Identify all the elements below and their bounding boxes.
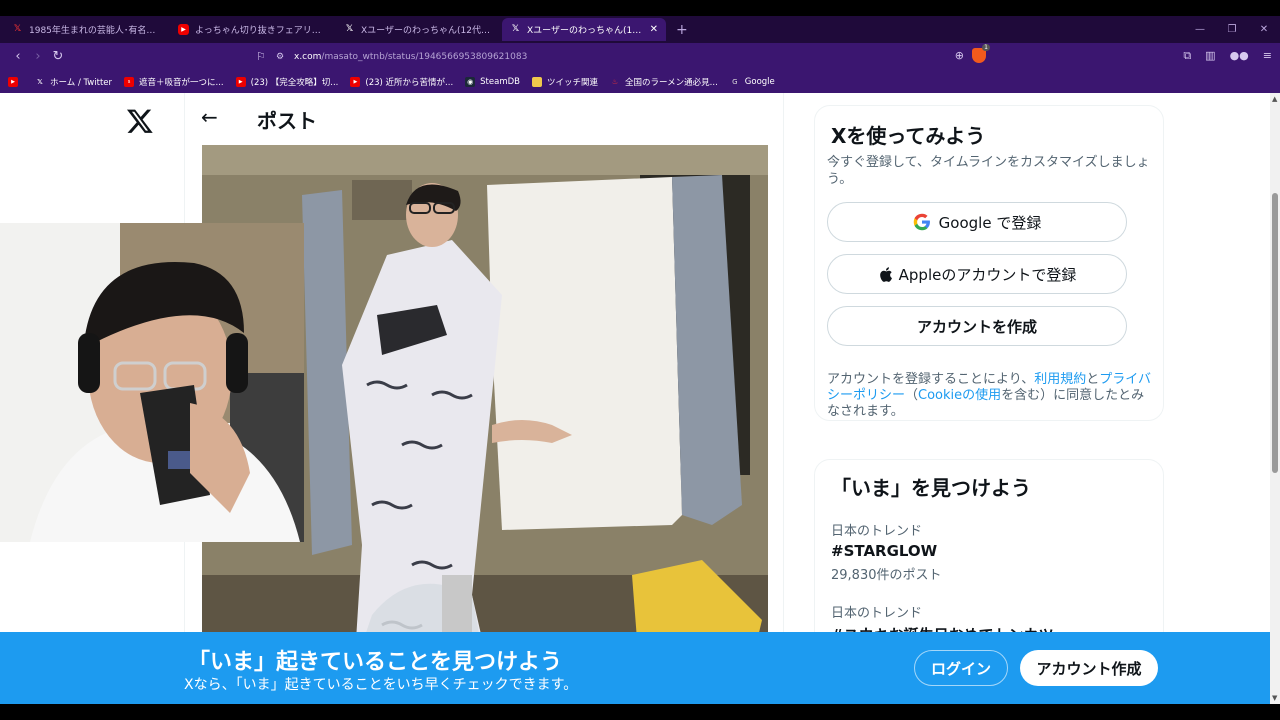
browser-tab-bar: 𝕏 1985年生まれの芸能人･有名人の誕生 ▶ よっちゃん切り抜きフェアリー -…	[0, 16, 1280, 43]
x-logo-icon[interactable]	[126, 107, 154, 135]
terms-link[interactable]: 利用規約	[1034, 372, 1086, 387]
google-signup-label: Google で登録	[938, 213, 1042, 232]
apple-signup-button[interactable]: Appleのアカウントで登録	[827, 254, 1127, 294]
create-account-button[interactable]: アカウントを作成	[827, 306, 1127, 346]
page-viewport: ← ポスト Xを使ってみよう 今すぐ登録して、タイムラインをカスタマイズしましょ…	[0, 93, 1270, 704]
url-text: x.com/masato_wtnb/status/194656695380962…	[294, 51, 528, 62]
back-icon[interactable]: ‹	[8, 49, 28, 64]
tab-label: Xユーザーのわっちゃん(12代目)(本物)さん	[361, 26, 492, 36]
browser-address-bar: ‹ › ↻ ⚐ ⚙ x.com/masato_wtnb/status/19465…	[0, 43, 1280, 70]
x-icon: 𝕏	[511, 24, 520, 34]
webcam-overlay	[0, 223, 304, 542]
page-scrollbar[interactable]: ▲ ▼	[1270, 93, 1280, 704]
signup-title: Xを使ってみよう	[831, 124, 986, 148]
google-icon: G	[732, 77, 738, 86]
extensions-icon[interactable]: ⧉	[1183, 49, 1191, 63]
close-window-icon[interactable]: ✕	[1248, 24, 1280, 35]
youtube-icon: ▶	[350, 76, 361, 87]
scroll-down-icon[interactable]: ▼	[1272, 694, 1277, 702]
tab-label: 1985年生まれの芸能人･有名人の誕生	[29, 26, 160, 36]
banner-headline: 「いま」起きていることを見つけよう	[188, 650, 563, 675]
bookmark-item[interactable]: 𝕏 ホーム / Twitter	[35, 76, 112, 88]
menu-icon[interactable]: ≡	[1263, 49, 1272, 63]
bookmark-item[interactable]: s 遮音＋吸音が一つに...	[124, 76, 224, 88]
shop-icon: s	[124, 76, 135, 87]
ramen-icon: ♨	[611, 77, 619, 86]
bookmarks-bar: ▶ 𝕏 ホーム / Twitter s 遮音＋吸音が一つに... ▶ (23) 【完全…	[0, 70, 1280, 93]
x-icon: 𝕏	[345, 24, 354, 34]
trend-category: 日本のトレンド	[831, 606, 923, 621]
webcam-illustration	[0, 223, 304, 542]
scrollbar-thumb[interactable]	[1272, 193, 1278, 473]
apple-icon	[879, 266, 892, 282]
brave-shield-icon[interactable]	[972, 44, 991, 63]
tab-label: Xユーザーのわっちゃん(12代目)(本物	[527, 26, 644, 36]
trend-tag: #STARGLOW	[831, 542, 938, 560]
folder-icon	[531, 76, 542, 87]
google-icon	[913, 213, 930, 231]
bookmark-item[interactable]: ▶ (23) 【完全攻略】切...	[235, 76, 338, 88]
profile-icon[interactable]: ●●	[1230, 49, 1249, 63]
url-actions: ⊕	[955, 44, 991, 63]
sidebar-icon[interactable]: ▥	[1205, 49, 1215, 63]
screen-bottom-edge	[0, 704, 1280, 720]
minimize-icon[interactable]: —	[1184, 24, 1216, 35]
youtube-icon: ▶	[235, 76, 246, 87]
browser-tab-active[interactable]: 𝕏 Xユーザーのわっちゃん(12代目)(本物 ✕	[502, 18, 666, 41]
browser-tab[interactable]: ▶ よっちゃん切り抜きフェアリー - YouTube	[170, 18, 334, 41]
page-title: ポスト	[257, 109, 317, 133]
youtube-icon: ▶	[178, 24, 189, 35]
forward-icon[interactable]: ›	[28, 49, 48, 64]
bookmark-item[interactable]: G Google	[730, 77, 775, 87]
steam-icon: ◉	[465, 76, 476, 87]
browser-tab[interactable]: 𝕏 1985年生まれの芸能人･有名人の誕生	[4, 18, 168, 41]
zoom-icon[interactable]: ⊕	[955, 49, 964, 62]
trend-category: 日本のトレンド	[831, 524, 923, 539]
bookmark-folder[interactable]: ツイッチ関連	[531, 76, 598, 88]
banner-subtext: Xなら、「いま」起きていることをいち早くチェックできます。	[184, 677, 578, 693]
bookmark-item[interactable]: ♨ 全国のラーメン通必見...	[610, 76, 718, 88]
signup-card: Xを使ってみよう 今すぐ登録して、タイムラインをカスタマイズしましょう。 Goo…	[814, 105, 1164, 421]
toolbar-actions: ⧉ ▥ ●● ≡	[1183, 49, 1272, 63]
trend-item[interactable]: 日本のトレンド #STARGLOW 29,830件のポスト	[831, 520, 1151, 583]
back-arrow-icon[interactable]: ←	[201, 105, 218, 129]
youtube-icon: ▶	[8, 76, 18, 87]
trend-count: 29,830件のポスト	[831, 568, 942, 583]
post-header: ← ポスト	[185, 93, 783, 145]
scroll-up-icon[interactable]: ▲	[1272, 95, 1277, 103]
browser-tab[interactable]: 𝕏 Xユーザーのわっちゃん(12代目)(本物)さん	[336, 18, 500, 41]
tab-close-icon[interactable]: ✕	[650, 24, 658, 35]
login-banner: 「いま」起きていることを見つけよう Xなら、「いま」起きていることをいち早くチェ…	[0, 632, 1270, 704]
x-icon: 𝕏	[37, 77, 43, 86]
bookmark-icon[interactable]: ⚐	[256, 50, 276, 63]
x-red-icon: 𝕏	[13, 24, 22, 34]
new-tab-button[interactable]: +	[668, 22, 688, 38]
url-field[interactable]: ⚐ ⚙ x.com/masato_wtnb/status/19465669538…	[256, 44, 1000, 67]
tab-label: よっちゃん切り抜きフェアリー - YouTube	[195, 26, 326, 36]
bookmark-item[interactable]: ▶	[8, 76, 23, 87]
restore-icon[interactable]: ❐	[1216, 24, 1248, 35]
terms-text: アカウントを登録することにより、利用規約とプライバシーポリシー（Cookieの使…	[827, 372, 1152, 419]
create-account-label: アカウントを作成	[916, 317, 1037, 336]
signup-button[interactable]: アカウント作成	[1020, 650, 1158, 686]
login-button[interactable]: ログイン	[914, 650, 1008, 686]
signup-description: 今すぐ登録して、タイムラインをカスタマイズしましょう。	[827, 155, 1150, 187]
site-info-icon[interactable]: ⚙	[276, 52, 294, 62]
screen-top-edge	[0, 0, 1280, 16]
bookmark-item[interactable]: ▶ (23) 近所から苦情が...	[350, 76, 453, 88]
bookmark-item[interactable]: ◉ SteamDB	[465, 76, 520, 87]
trends-title: 「いま」を見つけよう	[831, 476, 1031, 500]
cookie-link[interactable]: Cookieの使用	[918, 388, 1001, 403]
window-controls: — ❐ ✕	[1184, 16, 1280, 43]
apple-signup-label: Appleのアカウントで登録	[898, 265, 1077, 284]
google-signup-button[interactable]: Google で登録	[827, 202, 1127, 242]
reload-icon[interactable]: ↻	[48, 49, 68, 64]
